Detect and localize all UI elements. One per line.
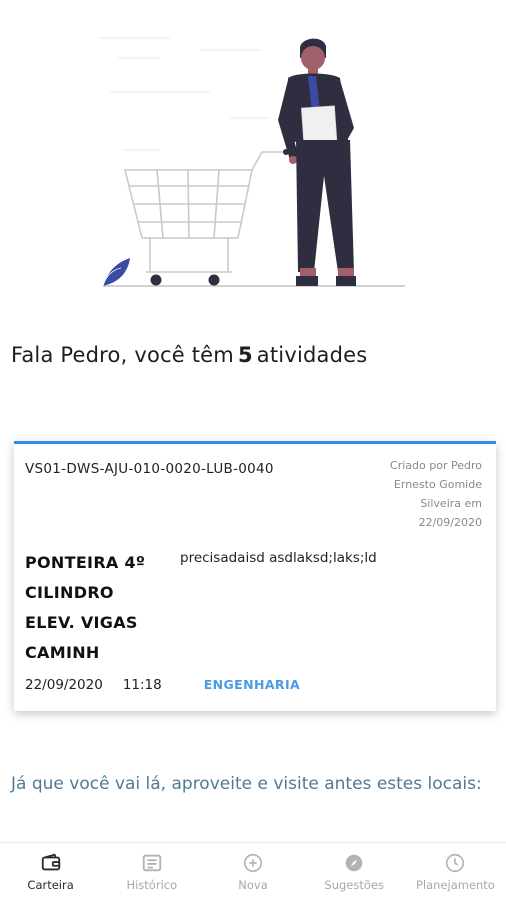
activity-creator-info: Criado por Pedro Ernesto Gomide Silveira…	[362, 456, 482, 532]
greeting-suffix: atividades	[256, 343, 368, 367]
shopping-cart-illustration	[100, 37, 405, 287]
activity-footer: 22/09/2020 11:18 ENGENHARIA	[25, 677, 300, 693]
activity-title: PONTEIRA 4º CILINDRO ELEV. VIGAS CAMINH	[25, 548, 175, 668]
nav-label: Nova	[238, 878, 268, 892]
nav-item-historico[interactable]: Histórico	[101, 843, 202, 900]
activity-count: 5	[237, 343, 253, 367]
nav-item-nova[interactable]: Nova	[202, 843, 303, 900]
greeting-prefix: Fala Pedro, você têm	[11, 343, 234, 367]
nav-label: Carteira	[27, 878, 74, 892]
greeting-text: Fala Pedro, você têm 5 atividades	[11, 343, 367, 367]
title-line: PONTEIRA 4º	[25, 553, 146, 572]
nav-label: Planejamento	[415, 878, 495, 892]
history-icon	[142, 854, 161, 872]
activity-time: 11:18	[122, 677, 162, 693]
nav-label: Histórico	[126, 878, 178, 892]
activity-card[interactable]: VS01-DWS-AJU-010-0020-LUB-0040 Criado po…	[14, 441, 496, 711]
wallet-icon	[41, 853, 60, 871]
plus-circle-icon	[243, 853, 263, 873]
activity-description: precisadaisd asdlaksd;laks;ld	[180, 550, 377, 566]
activity-date: 22/09/2020	[25, 677, 103, 693]
nav-label: Sugestões	[324, 878, 384, 892]
creator-line: Criado por Pedro	[390, 459, 482, 472]
clock-icon	[446, 853, 465, 873]
bottom-navigation: Carteira Histórico Nova Sugestões Planej…	[0, 842, 506, 900]
created-date: 22/09/2020	[418, 516, 482, 529]
activity-code: VS01-DWS-AJU-010-0020-LUB-0040	[25, 461, 274, 477]
title-line: CILINDRO	[25, 583, 114, 602]
compass-icon	[345, 854, 363, 872]
nav-item-carteira[interactable]: Carteira	[0, 843, 101, 900]
suggestion-text: Já que você vai lá, aproveite e visite a…	[11, 774, 482, 794]
department-tag: ENGENHARIA	[203, 677, 301, 692]
title-line: CAMINH	[25, 643, 100, 662]
title-line: ELEV. VIGAS	[25, 613, 138, 632]
creator-line: Ernesto Gomide	[393, 478, 482, 491]
creator-line: Silveira em	[420, 497, 482, 510]
nav-item-planejamento[interactable]: Planejamento	[405, 843, 506, 900]
nav-item-sugestoes[interactable]: Sugestões	[304, 843, 405, 900]
